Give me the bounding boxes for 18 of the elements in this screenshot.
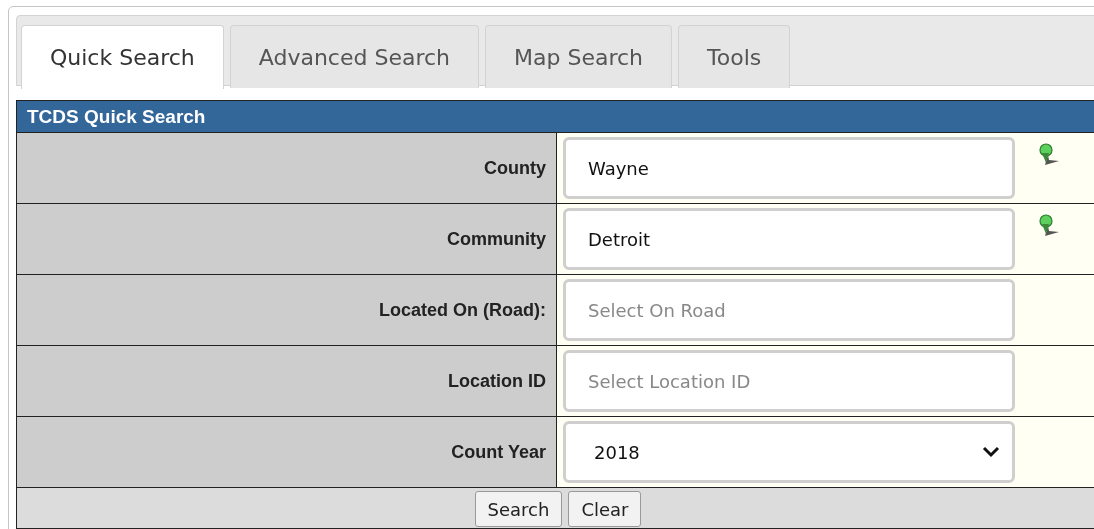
field-label: Count Year	[451, 441, 546, 463]
field-label: County	[484, 157, 546, 179]
panel-title: TCDS Quick Search	[17, 101, 1094, 133]
field-label: Located On (Road):	[379, 299, 546, 321]
tab[interactable]: Advanced Search	[229, 25, 480, 88]
action-button[interactable]: Clear	[568, 491, 642, 527]
text-field[interactable]: Wayne	[563, 137, 1015, 199]
year-dropdown[interactable]: 2018	[563, 421, 1015, 483]
action-button[interactable]: Search	[474, 491, 563, 527]
text-field[interactable]: Select On Road	[563, 279, 1015, 341]
field-label: Community	[447, 228, 546, 250]
field-label: Location ID	[448, 370, 546, 392]
tab[interactable]: Map Search	[485, 25, 673, 88]
chevron-down-icon	[982, 446, 1000, 458]
text-field[interactable]: Detroit	[563, 208, 1015, 270]
text-field[interactable]: Select Location ID	[563, 350, 1015, 412]
tab[interactable]: Tools	[678, 25, 791, 88]
tab[interactable]: Quick Search	[21, 25, 224, 89]
